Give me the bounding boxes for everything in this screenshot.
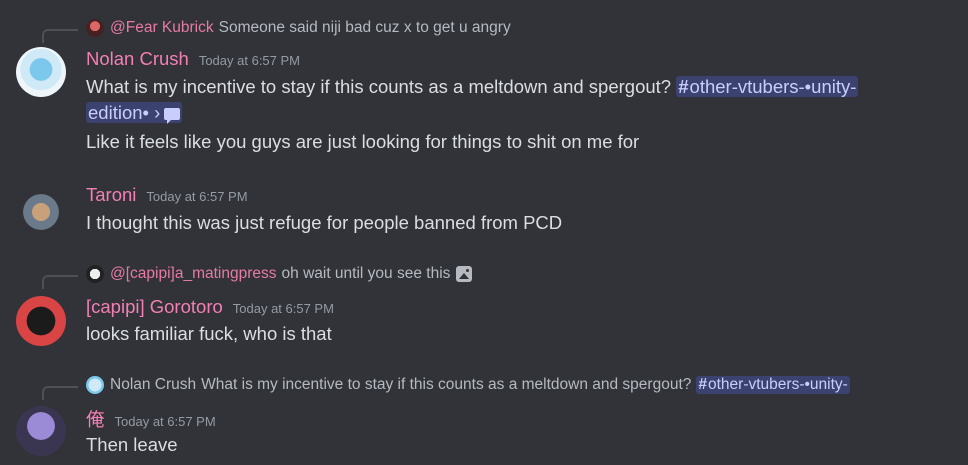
timestamp: Today at 6:57 PM (114, 414, 216, 429)
channel-name: other-vtubers-•unity- (708, 376, 848, 393)
reply-text: oh wait until you see this (281, 265, 451, 282)
timestamp: Today at 6:57 PM (232, 301, 334, 316)
reply-author[interactable]: @Fear Kubrick (110, 19, 214, 37)
message-header: [capipi] Gorotoro Today at 6:57 PM (86, 296, 334, 318)
message-text: looks familiar fuck, who is that (86, 323, 332, 344)
reply-connector (42, 29, 78, 43)
reply-connector (42, 275, 78, 289)
channel-name-cont: edition• (88, 102, 149, 123)
channel-mention[interactable]: #other-vtubers-•unity- (696, 376, 850, 394)
hash-icon: # (698, 376, 707, 393)
channel-mention[interactable]: #other-vtubers-•unity- (676, 76, 859, 97)
message-header: Nolan Crush Today at 6:57 PM (86, 48, 300, 70)
thread-icon (164, 108, 181, 124)
reply-preview[interactable]: @Fear Kubrick Someone said niji bad cuz … (86, 19, 511, 37)
channel-mention-cont[interactable]: edition• › (86, 102, 183, 124)
message-line: What is my incentive to stay if this cou… (86, 74, 859, 100)
username[interactable]: Nolan Crush (86, 48, 189, 70)
chevron-right-icon: › (154, 102, 161, 123)
avatar[interactable] (16, 296, 66, 346)
username[interactable]: 俺 (86, 406, 105, 432)
reply-author[interactable]: @[capipi]a_matingpress (110, 265, 277, 283)
timestamp: Today at 6:57 PM (198, 53, 300, 68)
message-line: Like it feels like you guys are just loo… (86, 131, 640, 152)
hash-icon: # (678, 76, 689, 97)
avatar[interactable] (16, 187, 66, 237)
message-line: edition• › (86, 100, 183, 126)
reply-text: What is my incentive to stay if this cou… (201, 376, 692, 393)
username[interactable]: [capipi] Gorotoro (86, 296, 223, 318)
reply-avatar (86, 19, 104, 37)
reply-avatar (86, 376, 104, 394)
reply-text: Someone said niji bad cuz x to get u ang… (218, 19, 511, 36)
reply-connector (42, 386, 78, 400)
channel-name: other-vtubers-•unity- (689, 76, 857, 97)
avatar[interactable] (16, 47, 66, 97)
reply-author[interactable]: Nolan Crush (110, 376, 196, 394)
message-text: Then leave (86, 434, 178, 455)
image-icon (456, 266, 473, 282)
message-header: Taroni Today at 6:57 PM (86, 184, 248, 206)
reply-preview[interactable]: Nolan Crush What is my incentive to stay… (86, 376, 850, 394)
username[interactable]: Taroni (86, 184, 136, 206)
timestamp: Today at 6:57 PM (146, 189, 248, 204)
message-header: 俺 Today at 6:57 PM (86, 406, 216, 432)
message-text: What is my incentive to stay if this cou… (86, 76, 672, 97)
message-text: I thought this was just refuge for peopl… (86, 212, 563, 233)
avatar[interactable] (16, 406, 66, 456)
reply-preview[interactable]: @[capipi]a_matingpress oh wait until you… (86, 265, 473, 283)
reply-avatar (86, 265, 104, 283)
